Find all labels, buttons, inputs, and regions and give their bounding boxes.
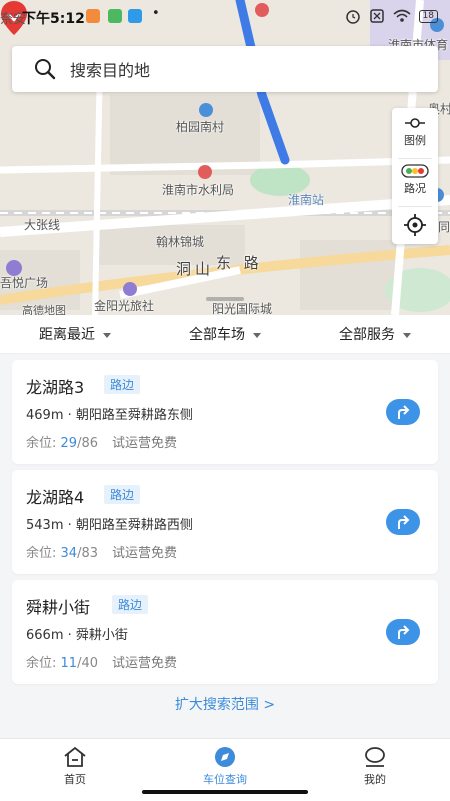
map-logo-gaode: 高德地图 [22, 304, 66, 315]
wifi-icon [393, 9, 411, 22]
navigate-arrow-icon [398, 515, 410, 529]
parking-card[interactable]: 龙湖路4 路边 543m · 朝阳路至舜耕路西侧 余位: 34/83 试运营免费 [12, 470, 438, 574]
tab-mine-label: 我的 [364, 773, 386, 786]
navigate-button[interactable] [386, 399, 420, 425]
parking-name: 舜耕小街 [26, 598, 91, 617]
avail-label: 余位: [26, 656, 61, 671]
status-bar: 奈安 下午5:12 • 18 [0, 0, 450, 32]
navigate-arrow-icon [398, 405, 410, 419]
avail-count: 11 [60, 656, 78, 671]
search-input[interactable]: 搜索目的地 [70, 57, 150, 81]
legend-icon [405, 118, 425, 128]
search-icon [35, 59, 56, 80]
chevron-down-icon [253, 332, 261, 338]
blue-app-icon [128, 9, 142, 23]
locate-button[interactable] [392, 214, 438, 238]
map-label-tong: 同 [438, 220, 450, 234]
legend-label: 图例 [404, 134, 426, 147]
map-label-shuili: 淮南市水利局 [162, 183, 235, 197]
gesture-bar [142, 790, 308, 794]
avail-count: 34 [60, 546, 78, 561]
filter-services-label: 全部服务 [339, 327, 395, 343]
parking-availability: 余位: 11/40 试运营免费 [26, 652, 177, 671]
filter-distance-label: 距离最近 [39, 327, 95, 343]
parking-address: 666m · 舜耕小街 [26, 628, 128, 643]
alarm-icon [345, 10, 360, 24]
tab-mine[interactable]: 我的 [300, 739, 450, 801]
avail-total: /83 [77, 546, 98, 561]
compass-icon [215, 747, 235, 767]
green-app-icon [108, 9, 122, 23]
parking-name: 龙湖路4 [26, 488, 85, 507]
locate-icon [404, 214, 426, 236]
expand-search-link[interactable]: 扩大搜索范围 > [0, 694, 450, 714]
promo-text: 试运营免费 [111, 546, 177, 561]
parking-card[interactable]: 舜耕小街 路边 666m · 舜耕小街 余位: 11/40 试运营免费 [12, 580, 438, 684]
promo-text: 试运营免费 [111, 436, 177, 451]
filter-services[interactable]: 全部服务 [300, 324, 450, 344]
map-label-jinyang: 金阳光旅社 [94, 299, 155, 313]
filter-lots[interactable]: 全部车场 [150, 324, 300, 344]
status-time: 下午5:12 [22, 11, 85, 27]
orange-app-icon [86, 9, 100, 23]
map-label-yangguang: 阳光国际城 [212, 302, 273, 315]
parking-card[interactable]: 龙湖路3 路边 469m · 朝阳路至舜耕路东侧 余位: 29/86 试运营免费 [12, 360, 438, 464]
parking-availability: 余位: 34/83 试运营免费 [26, 542, 177, 561]
parking-address: 469m · 朝阳路至舜耕路东侧 [26, 408, 193, 423]
chevron-down-icon [103, 332, 111, 338]
chevron-down-icon [403, 332, 411, 338]
parking-tag: 路边 [112, 595, 149, 614]
status-dot: • [152, 6, 160, 21]
map-label-huainan-station: 淮南站 [288, 193, 325, 207]
map-label-dongshan: 洞山 [176, 260, 215, 278]
navigate-button[interactable] [386, 619, 420, 645]
map-label-hanlin: 翰林锦城 [156, 235, 205, 249]
search-bar[interactable]: 搜索目的地 [12, 46, 438, 92]
navigate-button[interactable] [386, 509, 420, 535]
navigate-arrow-icon [398, 625, 410, 639]
avail-total: /86 [77, 436, 98, 451]
map-label-road-east: 东 路 [216, 254, 263, 272]
traffic-button[interactable]: 路况 [392, 164, 438, 196]
tab-parking-search-label: 车位查询 [203, 773, 247, 786]
filter-bar: 距离最近 全部车场 全部服务 [0, 315, 450, 354]
parking-address: 543m · 朝阳路至舜耕路西侧 [26, 518, 193, 533]
avail-count: 29 [60, 436, 78, 451]
parking-name: 龙湖路3 [26, 378, 85, 397]
parking-tag: 路边 [104, 485, 141, 504]
parking-tag: 路边 [104, 375, 141, 394]
map-label-dazhang: 大张线 [24, 218, 61, 232]
promo-text: 试运营免费 [111, 656, 177, 671]
map-drag-handle[interactable] [206, 297, 244, 301]
map-label-wuyue: 吾悦广场 [0, 276, 49, 290]
user-icon [365, 747, 385, 767]
parking-availability: 余位: 29/86 试运营免费 [26, 432, 177, 451]
map-label-baiyuan: 柏园南村 [176, 120, 225, 134]
tab-home-label: 首页 [64, 773, 86, 786]
filter-distance[interactable]: 距离最近 [0, 324, 150, 344]
sim-off-icon [369, 9, 384, 23]
tab-home[interactable]: 首页 [0, 739, 150, 801]
avail-label: 余位: [26, 436, 61, 451]
legend-button[interactable]: 图例 [392, 116, 438, 148]
traffic-light-icon [401, 164, 429, 178]
home-icon [64, 746, 86, 767]
avail-label: 余位: [26, 546, 61, 561]
avail-total: /40 [77, 656, 98, 671]
map-tools-panel: 图例 路况 [392, 108, 438, 244]
battery-icon: 18 [418, 9, 438, 23]
traffic-label: 路况 [404, 182, 426, 195]
filter-lots-label: 全部车场 [189, 327, 245, 343]
